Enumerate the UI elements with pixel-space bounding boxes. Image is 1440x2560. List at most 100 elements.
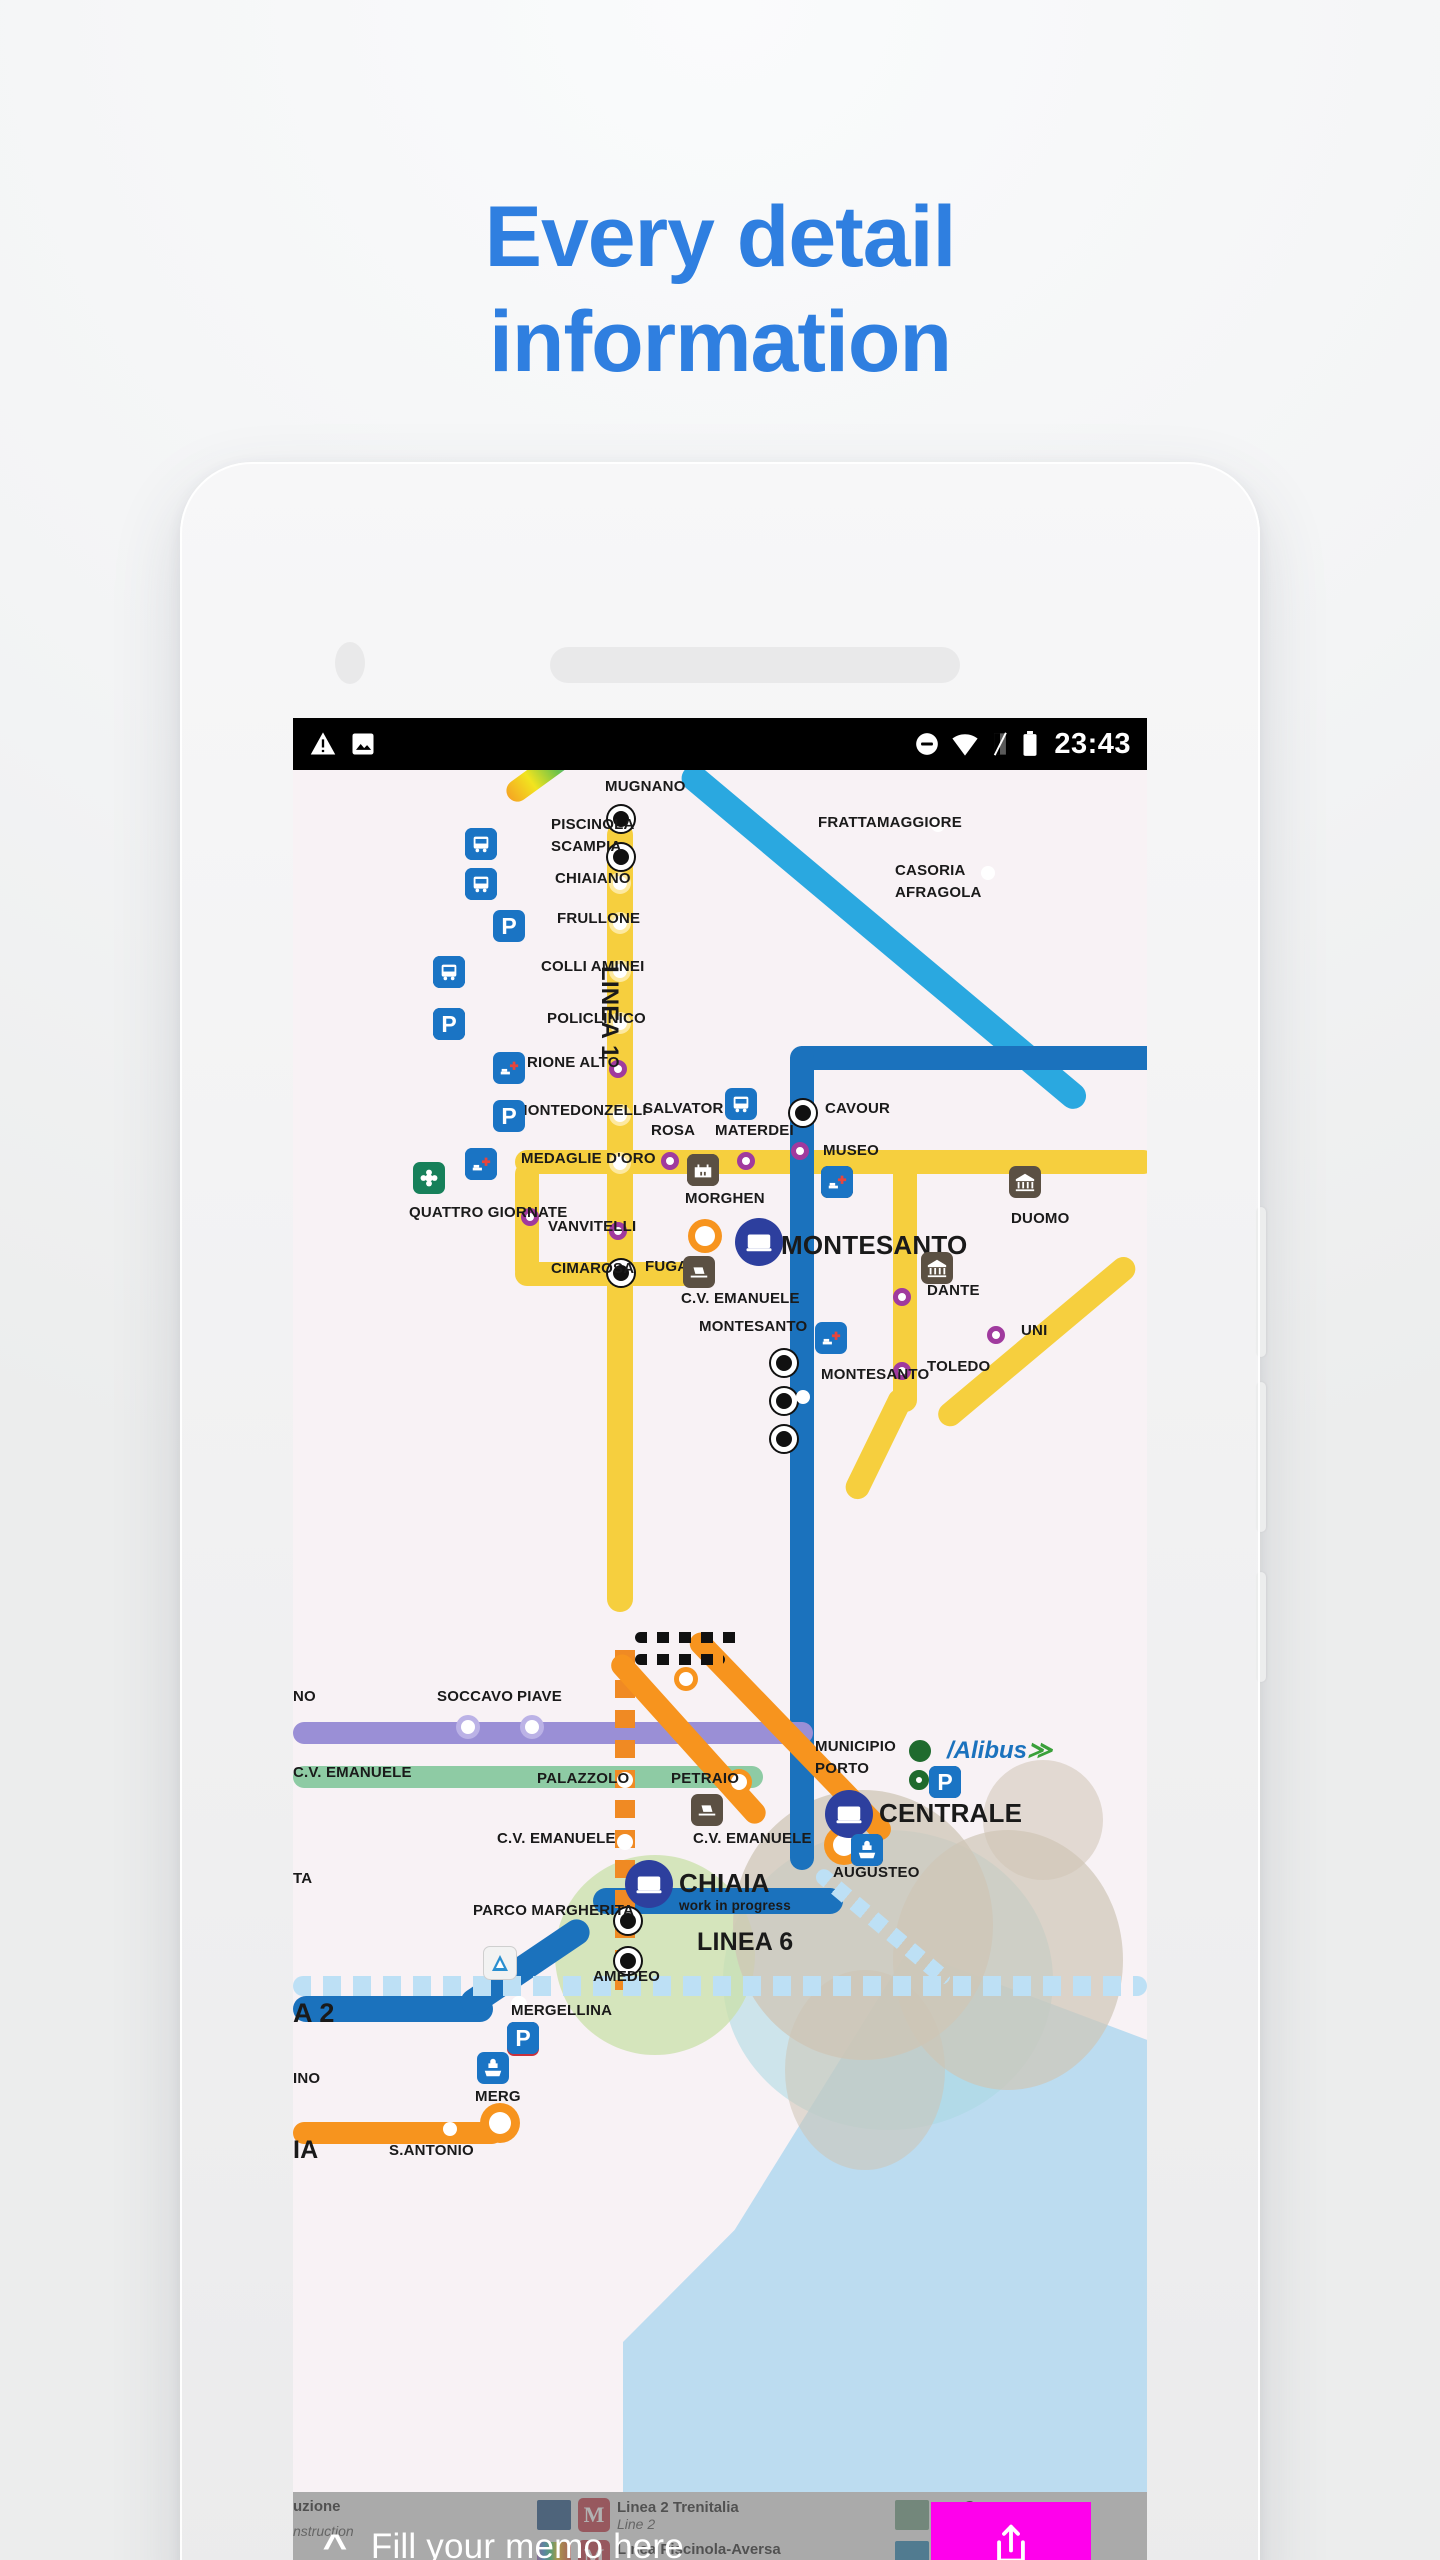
ferry-icon [477,2052,509,2084]
station-marker-municipio-top[interactable] [909,1740,931,1762]
museum-icon [1009,1166,1041,1198]
station-label-santantonio: S.ANTONIO [389,2142,474,2159]
station-label-porto: PORTO [815,1760,870,1777]
do-not-disturb-icon [916,733,939,755]
station-label-cimarosa: CIMAROSA [551,1260,635,1277]
beige-zone-blob-3 [785,1970,945,2170]
status-bar-left-icons [309,730,377,758]
station-label-piscinola: PISCINOLA [551,816,635,833]
parking-icon: P [493,910,525,942]
station-label-toledo: TOLEDO [927,1358,991,1375]
station-marker-cv-emanuele-funicular[interactable] [617,1834,633,1850]
warning-icon [310,732,336,755]
station-label-chiaia-sub: work in progress [679,1898,791,1913]
volume-up-button[interactable] [1256,1207,1266,1357]
status-bar: 23:43 [293,718,1147,770]
station-marker-soccavo[interactable] [461,1720,475,1734]
metro-map[interactable]: MUGNANO PISCINOLA SCAMPIA CHIAIANO FRULL… [293,770,1147,2560]
station-label-ta: TA [293,1870,313,1887]
funicular-icon [683,1256,715,1288]
station-label-colli-aminei: COLLI AMINEI [541,958,645,975]
front-camera-icon [335,642,365,684]
station-marker-uni[interactable] [987,1326,1005,1344]
station-marker-dante[interactable] [893,1288,911,1306]
montesanto-station-badge-icon [735,1218,783,1266]
hospital-icon [821,1166,853,1198]
station-marker-salvator-rosa[interactable] [661,1152,679,1170]
station-label-merg: MERG [475,2088,521,2105]
centrale-station-badge-icon [825,1790,873,1838]
station-label-mergellina: MERGELLINA [511,2002,613,2019]
station-label-amedeo: AMEDEO [593,1968,661,1985]
volume-down-button[interactable] [1256,1382,1266,1532]
station-label-scampia: SCAMPIA [551,838,622,855]
station-label-chiaia: CHIAIA [679,1868,770,1898]
phone-screen: 23:43 MUGNANO PISCINOLA SCAMPIA CHIAIANO… [293,718,1147,2560]
station-marker-montesanto-1[interactable] [771,1350,797,1376]
station-marker-fuga[interactable] [695,1226,715,1246]
station-marker-montesanto-3[interactable] [771,1426,797,1452]
station-label-cv-emanuele-orange: C.V. EMANUELE [681,1290,800,1307]
ferry-icon [851,1834,883,1866]
park-icon [413,1162,445,1194]
headline-line-1: Every detail [484,189,957,285]
station-label-montesanto-small-1: MONTESANTO [699,1318,808,1335]
chiaia-station-badge-icon [625,1860,673,1908]
line-linea1-trunk [607,822,633,1612]
parking-icon: P [929,1766,961,1798]
line-linea1-duomo-diagonal [933,1252,1141,1432]
station-marker-materdei[interactable] [737,1152,755,1170]
castle-icon [687,1154,719,1186]
chevron-up-icon[interactable]: ^ [323,2530,348,2560]
station-label-chiaiano: CHIAIANO [555,870,631,887]
station-marker-santantonio[interactable] [443,2122,457,2136]
power-button[interactable] [1256,1572,1266,1682]
station-label-parco-margherita: PARCO MARGHERITA [473,1902,634,1919]
memo-bar[interactable]: ^ Fill your memo here [293,2492,1147,2560]
line-label-linea1: LINEA 1 [596,966,623,1059]
station-marker-piave[interactable] [525,1720,539,1734]
wifi-icon [952,734,978,756]
station-label-uni: UNI [1021,1322,1048,1339]
station-label-rosa: ROSA [651,1122,696,1139]
page-title: Every detail information [0,185,1440,395]
status-bar-right-icons: 23:43 [914,728,1131,761]
station-label-vanvitelli: VANVITELLI [548,1218,637,1235]
station-label-fuga: FUGA [645,1258,689,1275]
station-label-cv-emanuele-left: C.V. EMANUELE [293,1764,412,1781]
line-linea2-top-horizontal [790,1046,1147,1070]
station-label-frattamaggiore: FRATTAMAGGIORE [818,814,962,831]
bus-icon [465,868,497,900]
line-circumflegrea [293,1722,813,1744]
station-marker-cumana-terminus[interactable] [489,2112,511,2134]
station-marker-montesanto-linea2[interactable] [796,1390,810,1404]
parking-icon: P [433,1008,465,1040]
museum-icon [921,1252,953,1284]
line-label-linea6: LINEA 6 [697,1928,794,1956]
station-label-centrale: CENTRALE [879,1798,1023,1828]
status-bar-clock: 23:43 [1054,727,1131,760]
station-label-afragola: AFRAGOLA [895,884,982,901]
station-marker-casoria[interactable] [981,866,995,880]
cellular-signal-icon [994,732,1008,756]
station-marker-museo[interactable] [791,1142,809,1160]
station-label-montedonzelli: MONTEDONZELLI [515,1102,647,1119]
station-marker-municipio-bottom[interactable] [909,1770,929,1790]
station-label-frullone: FRULLONE [557,910,641,927]
phone-mockup: 23:43 MUGNANO PISCINOLA SCAMPIA CHIAIANO… [180,462,1266,2560]
memo-input[interactable]: Fill your memo here [371,2527,684,2560]
line-label-a2: A 2 [293,1998,335,2028]
station-marker-cavour[interactable] [790,1100,816,1126]
share-button[interactable] [931,2502,1091,2560]
station-marker-montesanto-2[interactable] [771,1388,797,1414]
station-marker-cv-emanuele-orange[interactable] [679,1672,693,1686]
line-rainbow-segment [502,770,604,806]
station-label-medaglie-doro: MEDAGLIE D'ORO [521,1150,656,1167]
hospital-icon [465,1148,497,1180]
funicular-icon [691,1794,723,1826]
line-label-ia: IA [293,2136,319,2164]
station-label-casoria: CASORIA [895,862,966,879]
image-icon [352,733,374,755]
bus-icon [465,828,497,860]
share-icon [997,2524,1025,2560]
